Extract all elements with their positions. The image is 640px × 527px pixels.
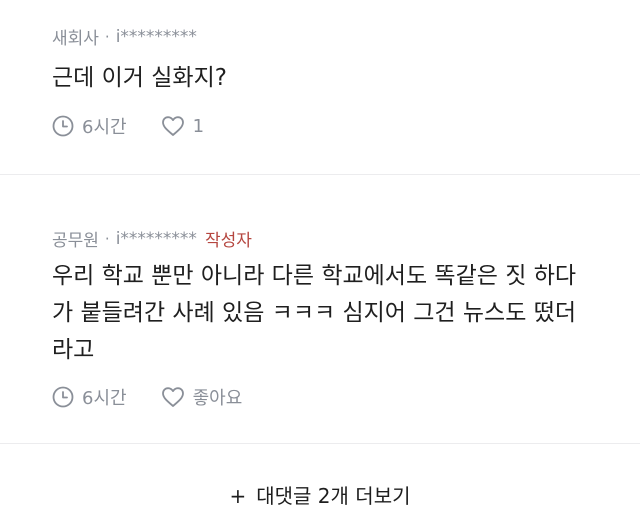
like-count: 1 <box>192 115 205 137</box>
comment-text: 우리 학교 뿐만 아니라 다른 학교에서도 똑같은 짓 하다 가 붙들려간 사례… <box>52 258 612 369</box>
comment-text-line: 가 붙들려간 사례 있음 ㅋㅋㅋ 심지어 그건 뉴스도 떴더 <box>52 300 577 326</box>
comment-actions: 6시간 좋아요 <box>52 384 242 410</box>
comment-time: 6시간 <box>52 384 127 410</box>
show-more-replies-button[interactable]: + 대댓글 2개 더보기 <box>0 480 640 509</box>
comment-time-label: 6시간 <box>82 388 127 409</box>
comment-author[interactable]: 새회사 <box>52 24 99 49</box>
comment-divider <box>0 174 640 175</box>
author-badge: 작성자 <box>204 231 252 251</box>
comment-meta: 새회사 · i********* <box>52 24 197 50</box>
show-more-replies-label: 대댓글 2개 더보기 <box>256 484 411 508</box>
comment-author[interactable]: 공무원 <box>52 226 99 251</box>
clock-icon <box>52 386 74 408</box>
meta-separator: · <box>104 229 110 248</box>
heart-icon <box>161 116 184 136</box>
comment-text: 근데 이거 실화지? <box>52 65 227 91</box>
like-button[interactable]: 1 <box>161 115 204 137</box>
comment-text-line: 라고 <box>52 337 95 363</box>
comment-actions: 6시간 1 <box>52 113 204 139</box>
comment-user-id: i********* <box>115 26 197 47</box>
heart-icon <box>161 387 184 407</box>
comment-user-id: i********* <box>115 228 197 249</box>
comment-thread: 새회사 · i********* 근데 이거 실화지? 6시간 1 공무원 · … <box>0 0 640 527</box>
comment-divider <box>0 443 640 444</box>
like-label: 좋아요 <box>192 388 243 409</box>
comment-text-line: 우리 학교 뿐만 아니라 다른 학교에서도 똑같은 짓 하다 <box>52 263 577 289</box>
clock-icon <box>52 115 74 137</box>
like-button[interactable]: 좋아요 <box>161 384 243 410</box>
meta-separator: · <box>104 27 110 46</box>
comment-time: 6시간 <box>52 113 127 139</box>
plus-icon: + <box>229 484 247 508</box>
comment-time-label: 6시간 <box>82 117 127 138</box>
comment-meta: 공무원 · i********* 작성자 <box>52 226 252 252</box>
